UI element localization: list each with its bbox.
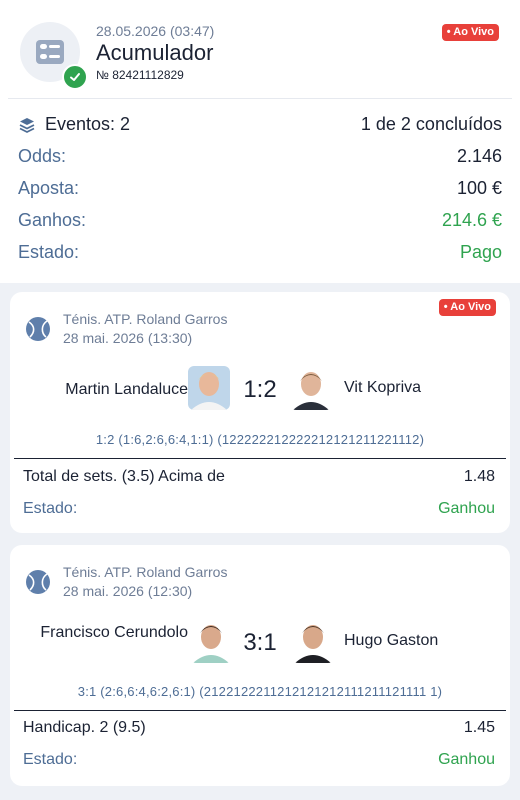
odds-label: Odds: xyxy=(18,146,67,166)
event-card[interactable]: Ténis. ATP. Roland Garros 28 mai. 2026 (… xyxy=(10,545,510,786)
divider xyxy=(14,710,506,711)
odds-row: Odds: 2.146 xyxy=(18,146,502,167)
bet-datetime: 28.05.2026 (03:47) xyxy=(96,23,215,39)
player2-photo xyxy=(292,619,334,663)
market-name: Total de sets. (3.5) Acima de xyxy=(23,468,225,485)
status-value: Pago xyxy=(459,242,502,262)
market-odd: 1.48 xyxy=(463,468,495,485)
winnings-row: Ganhos: 214.6 € xyxy=(18,210,502,231)
status-row: Estado: Pago xyxy=(18,242,502,263)
league-name: Ténis. ATP. Roland Garros xyxy=(63,311,228,327)
ticket-number: № 82421112829 xyxy=(96,68,184,82)
event-card[interactable]: • Ao Vivo Ténis. ATP. Roland Garros 28 m… xyxy=(10,292,510,533)
winnings-label: Ganhos: xyxy=(18,210,87,230)
bet-row: Aposta: 100 € xyxy=(18,178,502,199)
match-score: 3:1 xyxy=(243,629,277,656)
event-status-label: Estado: xyxy=(23,751,78,768)
winnings-value: 214.6 € xyxy=(441,210,502,230)
live-badge: • Ao Vivo xyxy=(441,24,499,41)
tennis-ball-icon xyxy=(25,316,51,342)
odds-value: 2.146 xyxy=(456,146,502,166)
events-count-label: Eventos: 2 xyxy=(45,114,131,134)
check-icon xyxy=(62,64,88,90)
player2-name: Hugo Gaston xyxy=(344,632,439,649)
live-badge: • Ao Vivo xyxy=(438,299,496,316)
player1-photo xyxy=(188,366,230,410)
player1-name: Francisco Cerundolo xyxy=(40,624,188,641)
divider xyxy=(8,98,512,99)
event-status-value: Ganhou xyxy=(438,500,495,517)
layers-icon xyxy=(18,116,36,134)
status-label: Estado: xyxy=(18,242,80,262)
match-score: 1:2 xyxy=(243,376,277,403)
bet-summary-panel: 28.05.2026 (03:47) Acumulador № 82421112… xyxy=(0,0,520,283)
bet-type-avatar xyxy=(20,22,88,90)
player2-photo xyxy=(290,366,332,410)
league-name: Ténis. ATP. Roland Garros xyxy=(63,564,228,580)
event-status-value: Ganhou xyxy=(438,751,495,768)
market-odd: 1.45 xyxy=(463,719,495,736)
score-detail: 1:2 (1:6,2:6,6:4,1:1) (12222221222221212… xyxy=(95,432,425,447)
events-row: Eventos: 2 1 de 2 concluídos xyxy=(18,114,502,135)
match-date: 28 mai. 2026 (13:30) xyxy=(63,330,193,346)
events-progress: 1 de 2 concluídos xyxy=(360,114,502,134)
events-list: • Ao Vivo Ténis. ATP. Roland Garros 28 m… xyxy=(0,283,520,800)
bet-value: 100 € xyxy=(456,178,502,198)
match-date: 28 mai. 2026 (12:30) xyxy=(63,583,193,599)
tennis-ball-icon xyxy=(25,569,51,595)
player1-name: Martin Landaluce xyxy=(65,381,188,398)
player2-name: Vit Kopriva xyxy=(344,379,422,396)
bet-type-title: Acumulador xyxy=(96,40,214,65)
market-name: Handicap. 2 (9.5) xyxy=(23,719,146,736)
score-detail: 3:1 (2:6,6:4,6:2,6:1) (21221222112121212… xyxy=(77,684,443,699)
event-status-label: Estado: xyxy=(23,500,78,517)
bet-label: Aposta: xyxy=(18,178,80,198)
player1-photo xyxy=(190,619,232,663)
divider xyxy=(14,458,506,459)
